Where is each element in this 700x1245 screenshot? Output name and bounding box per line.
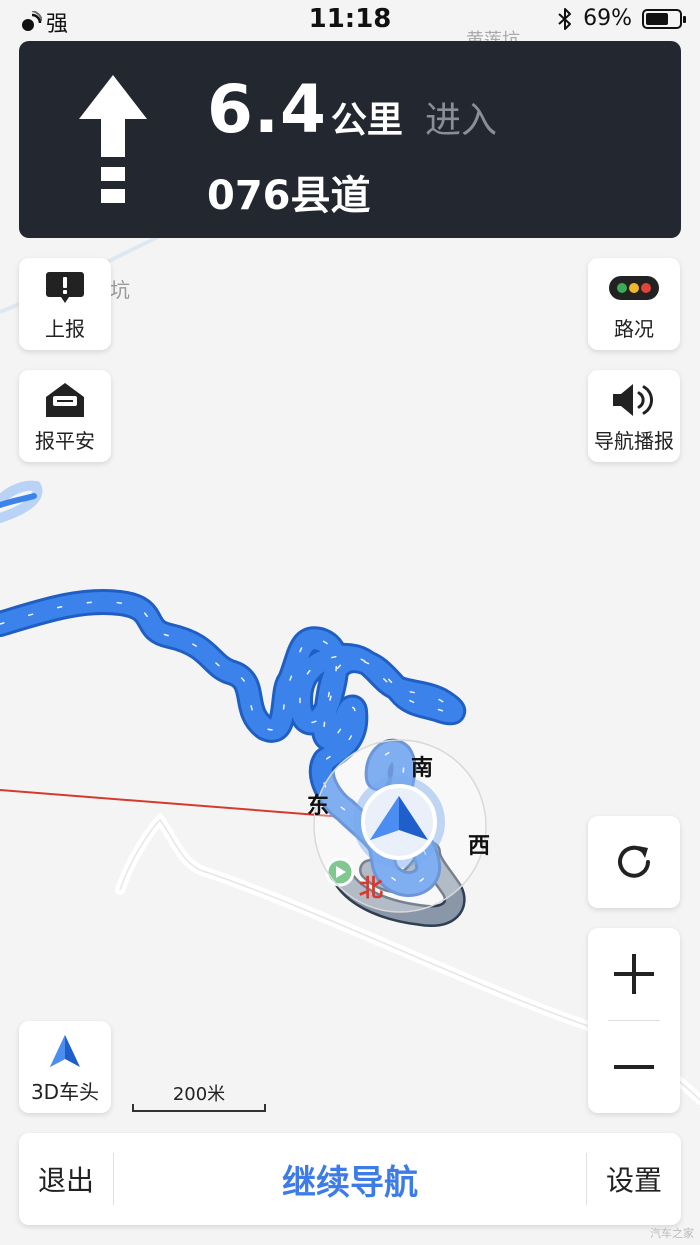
distance-value: 6.4 [207,71,327,148]
heading-up-arrow-icon [50,1034,80,1067]
navigation-bottom-bar: 退出 继续导航 设置 [19,1133,681,1225]
zoom-out-button[interactable] [588,1021,680,1113]
report-button[interactable]: 上报 [19,258,111,350]
map-scale: 200米 [132,1080,266,1114]
report-label: 上报 [45,316,85,341]
guide-line [0,789,357,819]
compass-north-label: 北 [359,874,383,902]
refresh-icon [618,845,650,878]
view-mode-label: 3D车头 [30,1079,100,1104]
traffic-light-icon [609,275,659,300]
settings-button[interactable]: 设置 [587,1133,681,1225]
safety-message-label: 报平安 [35,428,95,453]
compass-west-label: 西 [468,834,491,859]
refresh-route-button[interactable] [588,816,680,908]
bluetooth-icon [558,7,572,30]
voice-broadcast-button[interactable]: 导航播报 [588,370,680,462]
zoom-in-button[interactable] [588,928,680,1020]
speaker-icon [613,383,654,416]
next-road-name: 076县道 [207,173,371,219]
maneuver-action: 进入 [424,100,497,141]
compass-south-label: 南 [411,756,434,781]
battery-percent: 69% [583,6,632,31]
distance-unit: 公里 [330,100,403,141]
voice-broadcast-label: 导航播报 [594,428,674,453]
zoom-out-icon [614,1065,654,1069]
battery-icon [642,8,686,29]
scale-bar [132,1104,266,1112]
safety-message-icon [46,382,84,417]
traffic-button[interactable]: 路况 [588,258,680,350]
map-place-label: 坑 [110,278,130,302]
turn-guidance-panel[interactable]: 6.4 公里 进入 076县道 [19,41,681,238]
resume-navigation-button[interactable]: 继续导航 [114,1133,586,1225]
scale-label: 200米 [172,1084,226,1105]
zoom-in-icon [614,954,654,994]
battery-fill [646,12,668,25]
distance-row: 6.4 公里 进入 [207,71,497,148]
safety-message-button[interactable]: 报平安 [19,370,111,462]
zoom-control [588,928,680,1113]
traffic-label: 路况 [614,316,654,341]
watermark: 汽车之家 [650,1227,694,1240]
report-icon [46,271,84,303]
view-mode-button[interactable]: 3D车头 [19,1021,111,1113]
vehicle-position-icon [353,776,445,868]
compass-east-label: 东 [307,794,330,819]
exit-button[interactable]: 退出 [19,1133,113,1225]
straight-arrow-icon [79,75,147,203]
status-bar: 强 11:18 69% [0,0,700,40]
